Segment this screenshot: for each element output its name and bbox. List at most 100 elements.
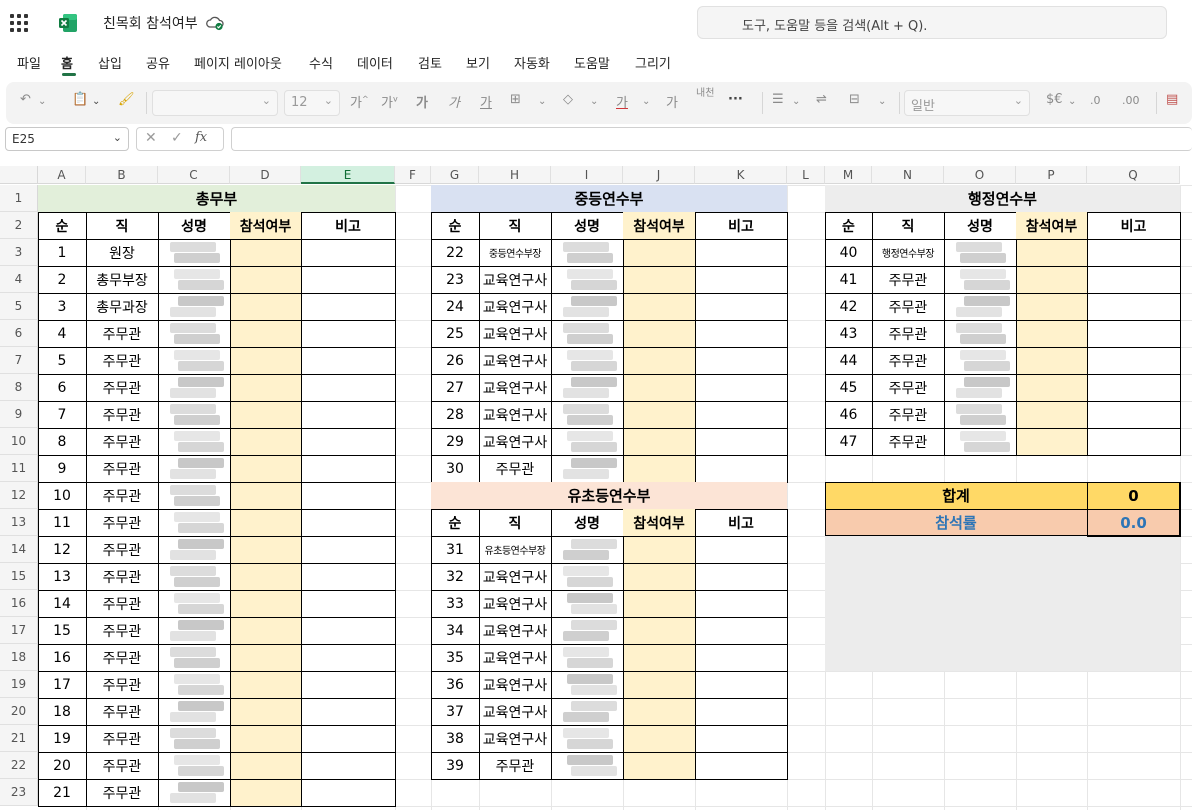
chevron-down-icon[interactable]: ⌄ [1068,96,1076,107]
general-remarks-cell[interactable] [301,779,395,806]
secondary-attendance-cell[interactable] [623,401,695,428]
paste-icon[interactable]: 📋 [72,92,88,107]
elementary-attendance-cell[interactable] [623,617,695,644]
tab-view[interactable]: 보기 [466,53,490,72]
elementary-remarks-cell[interactable] [695,671,787,698]
secondary-remarks-cell[interactable] [695,401,787,428]
admin-remarks-cell[interactable] [1087,347,1180,374]
secondary-remarks-cell[interactable] [695,266,787,293]
formula-input[interactable] [231,127,1192,151]
admin-row-position[interactable]: 주무관 [872,266,944,293]
elementary-attendance-cell[interactable] [623,536,695,563]
fill-color-icon[interactable]: ◇ [563,92,573,107]
general-attendance-cell[interactable] [230,428,301,455]
row-header-20[interactable]: 20 [0,698,38,725]
admin-row-position[interactable]: 행정연수부장 [872,239,944,266]
tab-page-layout[interactable]: 페이지 레이아웃 [194,53,282,72]
column-header-q[interactable]: Q [1087,166,1180,184]
row-header-23[interactable]: 23 [0,779,38,806]
document-title[interactable]: 친목회 참석여부 [103,13,198,33]
general-row-position[interactable]: 주무관 [86,455,158,482]
general-remarks-cell[interactable] [301,590,395,617]
cancel-icon[interactable]: ✕ [145,130,157,146]
admin-row-position[interactable]: 주무관 [872,401,944,428]
row-header-14[interactable]: 14 [0,536,38,563]
secondary-remarks-cell[interactable] [695,374,787,401]
row-header-21[interactable]: 21 [0,725,38,752]
admin-header-3[interactable]: 참석여부 [1016,212,1087,239]
elementary-attendance-cell[interactable] [623,644,695,671]
increase-decimal-icon[interactable]: .00 [1122,94,1140,107]
column-header-m[interactable]: M [825,166,872,184]
general-row-position[interactable]: 원장 [86,239,158,266]
chevron-down-icon[interactable]: ⌄ [590,96,598,107]
admin-header-1[interactable]: 직 [872,212,944,239]
column-header-l[interactable]: L [787,166,825,184]
general-remarks-cell[interactable] [301,563,395,590]
bold-icon[interactable]: 가 [416,92,428,111]
general-row-number[interactable]: 21 [38,779,86,806]
general-attendance-cell[interactable] [230,455,301,482]
general-attendance-cell[interactable] [230,752,301,779]
general-row-number[interactable]: 13 [38,563,86,590]
elementary-row-number[interactable]: 38 [431,725,479,752]
row-header-16[interactable]: 16 [0,590,38,617]
general-attendance-cell[interactable] [230,347,301,374]
admin-row-number[interactable]: 46 [825,401,872,428]
admin-row-number[interactable]: 40 [825,239,872,266]
general-remarks-cell[interactable] [301,266,395,293]
elementary-row-position[interactable]: 교육연구사 [479,644,551,671]
chevron-down-icon[interactable]: ⌄ [642,96,650,107]
font-size-select[interactable]: 12 ⌄ [284,90,340,116]
secondary-header-2[interactable]: 성명 [551,212,623,239]
general-attendance-cell[interactable] [230,671,301,698]
elementary-row-number[interactable]: 33 [431,590,479,617]
general-remarks-cell[interactable] [301,455,395,482]
secondary-header-4[interactable]: 비고 [695,212,787,239]
general-remarks-cell[interactable] [301,671,395,698]
general-header-4[interactable]: 비고 [301,212,395,239]
app-launcher-icon[interactable] [10,14,28,32]
elementary-attendance-cell[interactable] [623,752,695,779]
elementary-remarks-cell[interactable] [695,590,787,617]
general-remarks-cell[interactable] [301,320,395,347]
elementary-row-position[interactable]: 교육연구사 [479,671,551,698]
general-row-number[interactable]: 14 [38,590,86,617]
secondary-row-position[interactable]: 교육연구사 [479,266,551,293]
currency-icon[interactable]: $€ [1046,92,1063,107]
general-row-position[interactable]: 주무관 [86,617,158,644]
general-row-number[interactable]: 16 [38,644,86,671]
general-remarks-cell[interactable] [301,698,395,725]
elementary-remarks-cell[interactable] [695,617,787,644]
column-header-b[interactable]: B [86,166,158,184]
secondary-row-number[interactable]: 29 [431,428,479,455]
admin-row-position[interactable]: 주무관 [872,293,944,320]
general-attendance-cell[interactable] [230,266,301,293]
admin-remarks-cell[interactable] [1087,374,1180,401]
font-color-icon[interactable]: 가 [616,92,628,111]
general-attendance-cell[interactable] [230,617,301,644]
row-header-19[interactable]: 19 [0,671,38,698]
admin-row-number[interactable]: 47 [825,428,872,455]
admin-row-number[interactable]: 45 [825,374,872,401]
wrap-text-icon[interactable]: ⇌ [816,92,827,107]
phonetic-icon[interactable]: 내천 [696,88,714,99]
merge-center-icon[interactable]: ⊟ [849,92,860,107]
elementary-attendance-cell[interactable] [623,590,695,617]
secondary-remarks-cell[interactable] [695,320,787,347]
tab-formulas[interactable]: 수식 [309,53,333,72]
general-row-position[interactable]: 주무관 [86,428,158,455]
secondary-row-position[interactable]: 중등연수부장 [479,239,551,266]
admin-header-2[interactable]: 성명 [944,212,1016,239]
general-row-position[interactable]: 주무관 [86,752,158,779]
elementary-row-position[interactable]: 교육연구사 [479,590,551,617]
general-row-position[interactable]: 주무관 [86,563,158,590]
general-attendance-cell[interactable] [230,293,301,320]
general-header-0[interactable]: 순 [38,212,86,239]
general-row-position[interactable]: 주무관 [86,374,158,401]
general-remarks-cell[interactable] [301,239,395,266]
general-remarks-cell[interactable] [301,725,395,752]
secondary-attendance-cell[interactable] [623,428,695,455]
general-attendance-cell[interactable] [230,320,301,347]
italic-icon[interactable]: 가 [448,92,460,111]
